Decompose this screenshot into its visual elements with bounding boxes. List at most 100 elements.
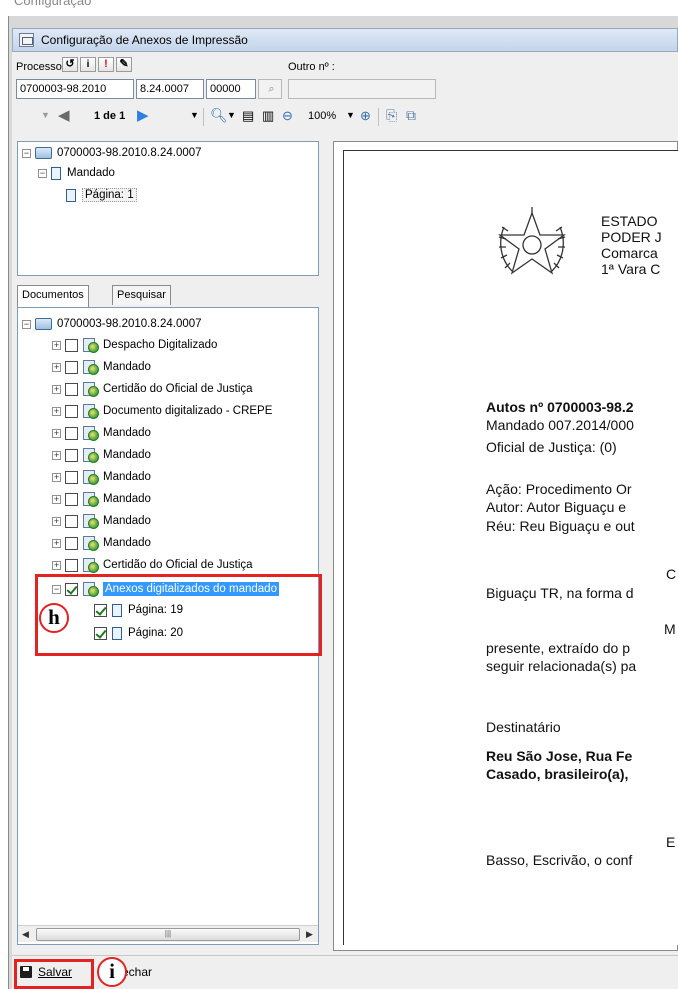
expand-icon[interactable]: + bbox=[52, 538, 61, 548]
tree-item-mandado[interactable]: + Mandado bbox=[52, 444, 151, 466]
expand-icon[interactable]: + bbox=[52, 472, 61, 482]
tree-item-despacho[interactable]: + Despacho Digitalizado bbox=[52, 334, 217, 356]
preview-casado: Casado, brasileiro(a), bbox=[486, 766, 629, 782]
digital-document-icon bbox=[83, 403, 99, 419]
expand-icon[interactable]: + bbox=[52, 340, 61, 350]
tab-documentos[interactable]: Documentos bbox=[17, 285, 89, 307]
preview-e-letter: E bbox=[666, 834, 676, 850]
tab-pesquisar[interactable]: Pesquisar bbox=[112, 285, 171, 305]
preview-autor: Autor: Autor Biguaçu e bbox=[486, 499, 627, 515]
zoom-level[interactable]: 100% bbox=[308, 110, 336, 122]
zoom-dropdown-icon[interactable]: ▼ bbox=[227, 110, 236, 120]
preview-toolbar: ▼ ◀ 1 de 1 ▶ ▼ 🔍︎ ▼ ▤ ▥ ⊖ 100% ▼ ⊕ ⎘ ⧉ bbox=[14, 104, 678, 130]
item-checkbox[interactable] bbox=[65, 536, 78, 550]
tree-item-crepe[interactable]: + Documento digitalizado - CREPE bbox=[52, 400, 272, 422]
expand-icon[interactable]: + bbox=[52, 494, 61, 504]
preview-acao: Ação: Procedimento Or bbox=[486, 481, 632, 497]
digital-document-icon bbox=[83, 359, 99, 375]
expand-icon[interactable]: + bbox=[52, 450, 61, 460]
preview-basso: Basso, Escrivão, o conf bbox=[486, 852, 633, 868]
rotate-icon[interactable]: ⎘ bbox=[386, 107, 397, 124]
callout-i: i bbox=[97, 957, 127, 987]
callout-h: h bbox=[39, 603, 69, 633]
expand-icon[interactable]: + bbox=[52, 406, 61, 416]
fit-width-icon[interactable]: ▤ bbox=[242, 108, 254, 124]
other-number-field[interactable] bbox=[288, 79, 436, 99]
tree-item-mandado[interactable]: + Mandado bbox=[52, 532, 151, 554]
scroll-left-icon[interactable]: ◀ bbox=[22, 929, 29, 940]
next-page-icon[interactable]: ▶ bbox=[137, 106, 149, 124]
preview-seguir: seguir relacionada(s) pa bbox=[486, 658, 637, 674]
page-icon bbox=[66, 188, 76, 202]
item-checkbox[interactable] bbox=[65, 448, 78, 462]
preview-header-line: ESTADO bbox=[601, 213, 658, 229]
preview-destinatario: Destinatário bbox=[486, 719, 561, 735]
zoom-out-icon[interactable]: ⊖ bbox=[282, 108, 293, 124]
attachment-mandado-node[interactable]: − Mandado bbox=[38, 162, 115, 184]
scroll-thumb[interactable]: ||| bbox=[36, 928, 300, 941]
preview-oficial: Oficial de Justiça: (0) bbox=[486, 439, 617, 455]
zoom-in-icon[interactable]: ⊕ bbox=[360, 108, 371, 124]
expand-icon[interactable]: + bbox=[52, 560, 61, 570]
digital-document-icon bbox=[83, 535, 99, 551]
tree-item-mandado[interactable]: + Mandado bbox=[52, 356, 151, 378]
document-icon bbox=[51, 166, 61, 180]
tree-item-mandado[interactable]: + Mandado bbox=[52, 510, 151, 532]
collapse-icon[interactable]: − bbox=[22, 319, 31, 329]
tree-item-mandado[interactable]: + Mandado bbox=[52, 422, 151, 444]
folder-icon bbox=[35, 147, 52, 159]
preview-c-letter: C bbox=[666, 566, 677, 582]
preview-page: ESTADO PODER J Comarca 1ª Vara C Autos n… bbox=[343, 150, 678, 945]
preview-header-line: 1ª Vara C bbox=[601, 261, 661, 277]
item-checkbox[interactable] bbox=[65, 470, 78, 484]
dropdown-icon[interactable]: ▼ bbox=[190, 110, 199, 120]
expand-icon[interactable]: + bbox=[52, 428, 61, 438]
tree-item-label: Mandado bbox=[103, 515, 151, 527]
item-checkbox[interactable] bbox=[65, 514, 78, 528]
tree-horizontal-scrollbar[interactable]: ◀ ||| ▶ bbox=[18, 925, 318, 942]
process-label: Processo: bbox=[16, 61, 65, 73]
expand-icon[interactable]: + bbox=[52, 384, 61, 394]
collapse-icon[interactable]: − bbox=[22, 148, 31, 158]
tree-item-certidao[interactable]: + Certidão do Oficial de Justiça bbox=[52, 554, 253, 576]
info-icon[interactable]: i bbox=[80, 57, 96, 72]
attachment-page-node[interactable]: Página: 1 bbox=[66, 184, 137, 206]
previous-page-icon[interactable]: ◀ bbox=[58, 106, 70, 124]
documents-root-node[interactable]: − 0700003-98.2010.8.24.0007 bbox=[22, 313, 202, 335]
zoom-icon[interactable]: 🔍︎ bbox=[210, 107, 228, 124]
alert-icon[interactable]: ! bbox=[98, 57, 114, 72]
item-checkbox[interactable] bbox=[65, 426, 78, 440]
tree-item-mandado[interactable]: + Mandado bbox=[52, 466, 151, 488]
tree-item-certidao[interactable]: + Certidão do Oficial de Justiça bbox=[52, 378, 253, 400]
copy-pages-icon[interactable]: ⧉ bbox=[406, 107, 416, 124]
item-checkbox[interactable] bbox=[65, 382, 78, 396]
expand-icon[interactable]: + bbox=[52, 516, 61, 526]
refresh-icon[interactable]: ↺ bbox=[62, 57, 78, 72]
item-checkbox[interactable] bbox=[65, 404, 78, 418]
digital-document-icon bbox=[83, 491, 99, 507]
digital-document-icon bbox=[83, 557, 99, 573]
tree-item-label: Mandado bbox=[103, 449, 151, 461]
fit-page-icon[interactable]: ▥ bbox=[262, 108, 274, 124]
search-icon[interactable]: ⌕ bbox=[258, 79, 282, 99]
item-checkbox[interactable] bbox=[65, 360, 78, 374]
preview-biguacu: Biguaçu TR, na forma d bbox=[486, 585, 634, 601]
window-title: Configuração de Anexos de Impressão bbox=[41, 33, 248, 47]
tree-item-mandado[interactable]: + Mandado bbox=[52, 488, 151, 510]
item-checkbox[interactable] bbox=[65, 558, 78, 572]
process-suffix-field[interactable]: 8.24.0007 bbox=[136, 79, 204, 99]
zoom-level-dropdown-icon[interactable]: ▼ bbox=[346, 110, 355, 120]
tag-icon[interactable]: ✎ bbox=[116, 57, 132, 72]
tree-item-label: Despacho Digitalizado bbox=[103, 339, 218, 351]
item-checkbox[interactable] bbox=[65, 492, 78, 506]
attachment-root-node[interactable]: − 0700003-98.2010.8.24.0007 bbox=[22, 142, 202, 164]
item-checkbox[interactable] bbox=[65, 338, 78, 352]
tree-item-label: Documento digitalizado - CREPE bbox=[103, 405, 273, 417]
process-code-field[interactable]: 00000 bbox=[206, 79, 256, 99]
dropdown-small-icon[interactable]: ▼ bbox=[41, 110, 50, 120]
process-number-field[interactable]: 0700003-98.2010 bbox=[16, 79, 134, 99]
expand-icon[interactable]: + bbox=[52, 362, 61, 372]
collapse-icon[interactable]: − bbox=[38, 168, 47, 178]
scroll-right-icon[interactable]: ▶ bbox=[306, 929, 313, 940]
attachment-mandado-label: Mandado bbox=[67, 167, 115, 179]
